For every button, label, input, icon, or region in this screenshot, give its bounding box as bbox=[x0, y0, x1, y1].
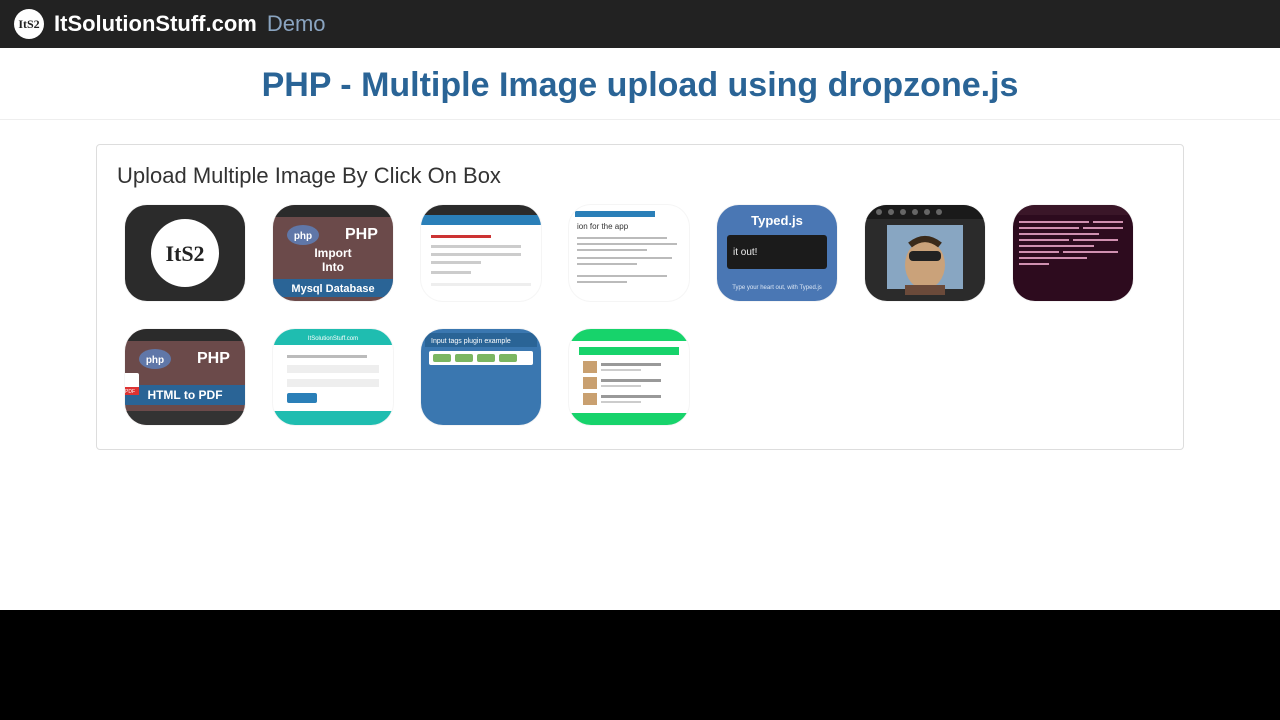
uploaded-thumb[interactable] bbox=[1013, 205, 1133, 301]
svg-text:ItSolutionStuff.com: ItSolutionStuff.com bbox=[308, 336, 358, 342]
svg-text:it out!: it out! bbox=[733, 247, 757, 258]
brand-name[interactable]: ItSolutionStuff.com bbox=[54, 11, 257, 37]
svg-text:PDF: PDF bbox=[125, 389, 135, 395]
svg-text:php: php bbox=[294, 231, 312, 242]
logo-icon: ItS2 bbox=[14, 9, 44, 39]
svg-text:Typed.js: Typed.js bbox=[751, 213, 803, 228]
uploaded-thumb[interactable] bbox=[421, 205, 541, 301]
divider bbox=[0, 119, 1280, 120]
top-bar: ItS2 ItSolutionStuff.com Demo bbox=[0, 0, 1280, 48]
svg-text:HTML to PDF: HTML to PDF bbox=[147, 388, 222, 402]
upload-panel: Upload Multiple Image By Click On Box It… bbox=[96, 144, 1184, 450]
uploaded-thumb[interactable]: ion for the app bbox=[569, 205, 689, 301]
uploaded-thumb[interactable] bbox=[865, 205, 985, 301]
brand-sub: Demo bbox=[267, 11, 326, 37]
video-letterbox bbox=[0, 610, 1280, 720]
svg-text:ion for the app: ion for the app bbox=[577, 222, 629, 231]
svg-text:php: php bbox=[146, 355, 164, 366]
panel-title: Upload Multiple Image By Click On Box bbox=[117, 163, 1163, 189]
uploaded-thumb[interactable]: php PHP HTML to PDF PDF bbox=[125, 329, 245, 425]
uploaded-thumb[interactable] bbox=[569, 329, 689, 425]
svg-text:Import: Import bbox=[314, 246, 351, 260]
page-title: PHP - Multiple Image upload using dropzo… bbox=[0, 48, 1280, 119]
svg-text:Input tags plugin example: Input tags plugin example bbox=[431, 338, 511, 345]
svg-text:Mysql Database: Mysql Database bbox=[291, 283, 374, 295]
uploaded-thumb[interactable]: Typed.js it out! Type your heart out, wi… bbox=[717, 205, 837, 301]
uploaded-thumb[interactable]: ItSolutionStuff.com bbox=[273, 329, 393, 425]
svg-text:PHP: PHP bbox=[197, 350, 230, 367]
svg-text:ItS2: ItS2 bbox=[165, 241, 204, 266]
uploaded-thumb[interactable]: Input tags plugin example bbox=[421, 329, 541, 425]
svg-text:PHP: PHP bbox=[345, 226, 378, 243]
uploaded-thumb[interactable]: php PHP Import Into Mysql Database bbox=[273, 205, 393, 301]
dropzone-area[interactable]: ItS2 php PHP Import Into Mysql Database bbox=[117, 205, 1163, 425]
svg-text:Into: Into bbox=[322, 260, 344, 274]
uploaded-thumb[interactable]: ItS2 bbox=[125, 205, 245, 301]
svg-text:Type your heart out, with Type: Type your heart out, with Typed.js bbox=[732, 285, 822, 291]
